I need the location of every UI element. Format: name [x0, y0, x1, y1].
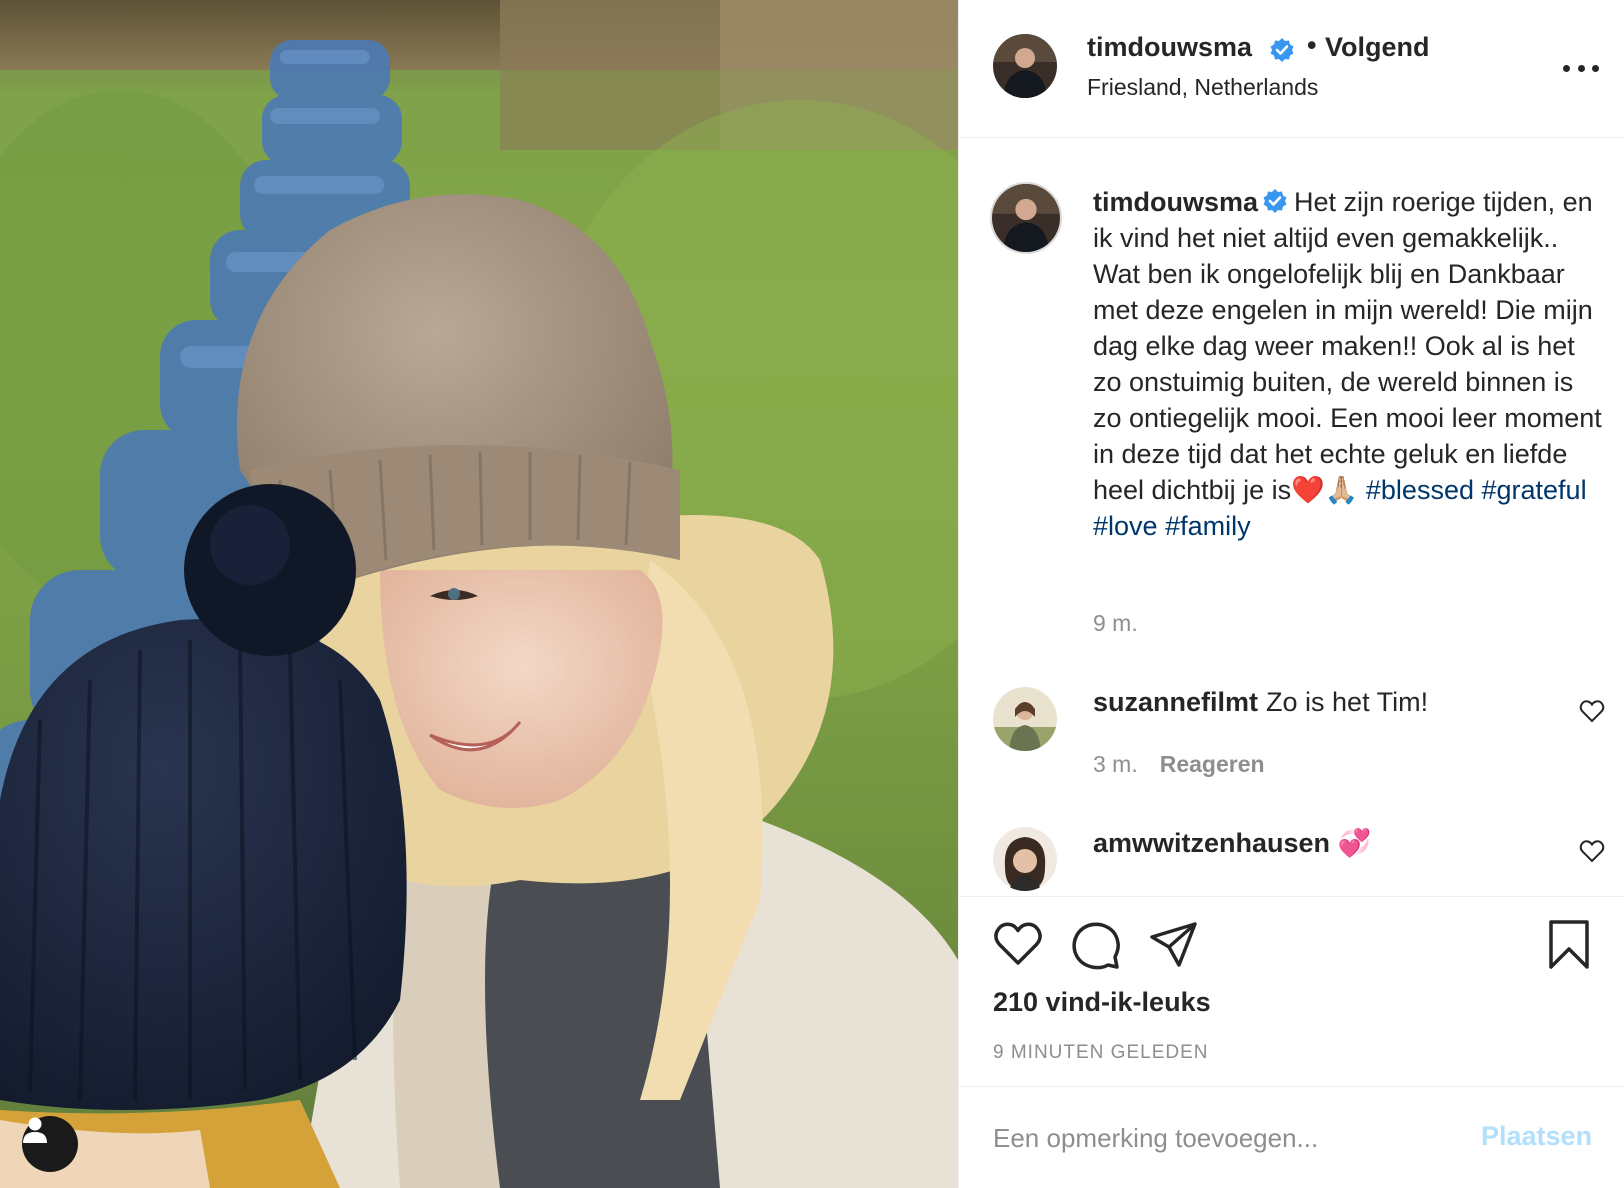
author-avatar-image — [993, 34, 1057, 98]
comment-input[interactable] — [993, 1111, 1463, 1165]
caption-text: Het zijn roerige tijden, en ik vind het … — [1093, 187, 1602, 505]
post-photo-illustration — [0, 0, 958, 1188]
caption-emoji: ❤️🙏🏼 — [1291, 475, 1359, 505]
header-separator: • — [1307, 30, 1317, 60]
comment-item: amwwitzenhausen 💞 — [1093, 827, 1371, 859]
verified-badge-icon — [1270, 38, 1294, 62]
comment-time[interactable]: 3 m. — [1093, 751, 1138, 777]
author-username[interactable]: timdouwsma — [1087, 32, 1252, 63]
author-avatar[interactable] — [993, 34, 1057, 98]
caption-author-avatar-image — [992, 184, 1060, 252]
bookmark-icon[interactable] — [1547, 919, 1591, 971]
post-caption: timdouwsma Het zijn roerige tijden, en i… — [1093, 184, 1603, 544]
comment-text: Zo is het Tim! — [1266, 687, 1429, 717]
more-options-icon[interactable] — [1563, 58, 1599, 78]
comment-bubble-icon[interactable] — [1071, 921, 1121, 971]
comment-author-username[interactable]: amwwitzenhausen — [1093, 828, 1330, 858]
paper-plane-icon[interactable] — [1149, 921, 1199, 969]
comment-author-avatar-image — [993, 687, 1057, 751]
post-comment-button[interactable]: Plaatsen — [1481, 1121, 1592, 1152]
add-comment-bar: Plaatsen — [959, 1086, 1624, 1188]
caption-author-avatar[interactable] — [990, 182, 1062, 254]
comment-author-avatar[interactable] — [993, 827, 1057, 891]
comment-like-heart-icon[interactable] — [1579, 839, 1605, 863]
follow-status-button[interactable]: Volgend — [1325, 32, 1430, 63]
comment-text: 💞 — [1337, 828, 1372, 858]
reply-button[interactable]: Reageren — [1160, 751, 1265, 777]
caption-time[interactable]: 9 m. — [1093, 610, 1138, 637]
hashtag-link[interactable]: #grateful — [1482, 475, 1587, 505]
post-photo[interactable] — [0, 0, 958, 1188]
verified-badge-icon — [1263, 189, 1287, 213]
likes-count[interactable]: 210 vind-ik-leuks — [993, 987, 1211, 1018]
comment-like-heart-icon[interactable] — [1579, 699, 1605, 723]
tagged-users-button[interactable] — [22, 1116, 78, 1172]
comment-item: suzannefilmt Zo is het Tim! — [1093, 687, 1428, 718]
post-timestamp[interactable]: 9 minuten geleden — [993, 1042, 1208, 1064]
hashtag-link[interactable]: #family — [1165, 511, 1251, 541]
comment-meta: 3 m. Reageren — [1093, 751, 1265, 778]
comment-author-avatar[interactable] — [993, 687, 1057, 751]
comment-author-avatar-image — [993, 827, 1057, 891]
post-location[interactable]: Friesland, Netherlands — [1087, 74, 1318, 101]
hashtag-link[interactable]: #love — [1093, 511, 1158, 541]
comment-author-username[interactable]: suzannefilmt — [1093, 687, 1258, 717]
heart-icon[interactable] — [993, 921, 1043, 967]
hashtag-link[interactable]: #blessed — [1366, 475, 1474, 505]
caption-author-username[interactable]: timdouwsma — [1093, 187, 1258, 217]
post-sidebar: timdouwsma • Volgend Friesland, Netherla… — [958, 0, 1624, 1188]
post-header: timdouwsma • Volgend Friesland, Netherla… — [959, 0, 1624, 138]
user-tag-icon — [23, 1117, 47, 1143]
post-actions: 210 vind-ik-leuks 9 minuten geleden — [959, 896, 1624, 1086]
comments-section[interactable]: timdouwsma Het zijn roerige tijden, en i… — [959, 139, 1624, 895]
